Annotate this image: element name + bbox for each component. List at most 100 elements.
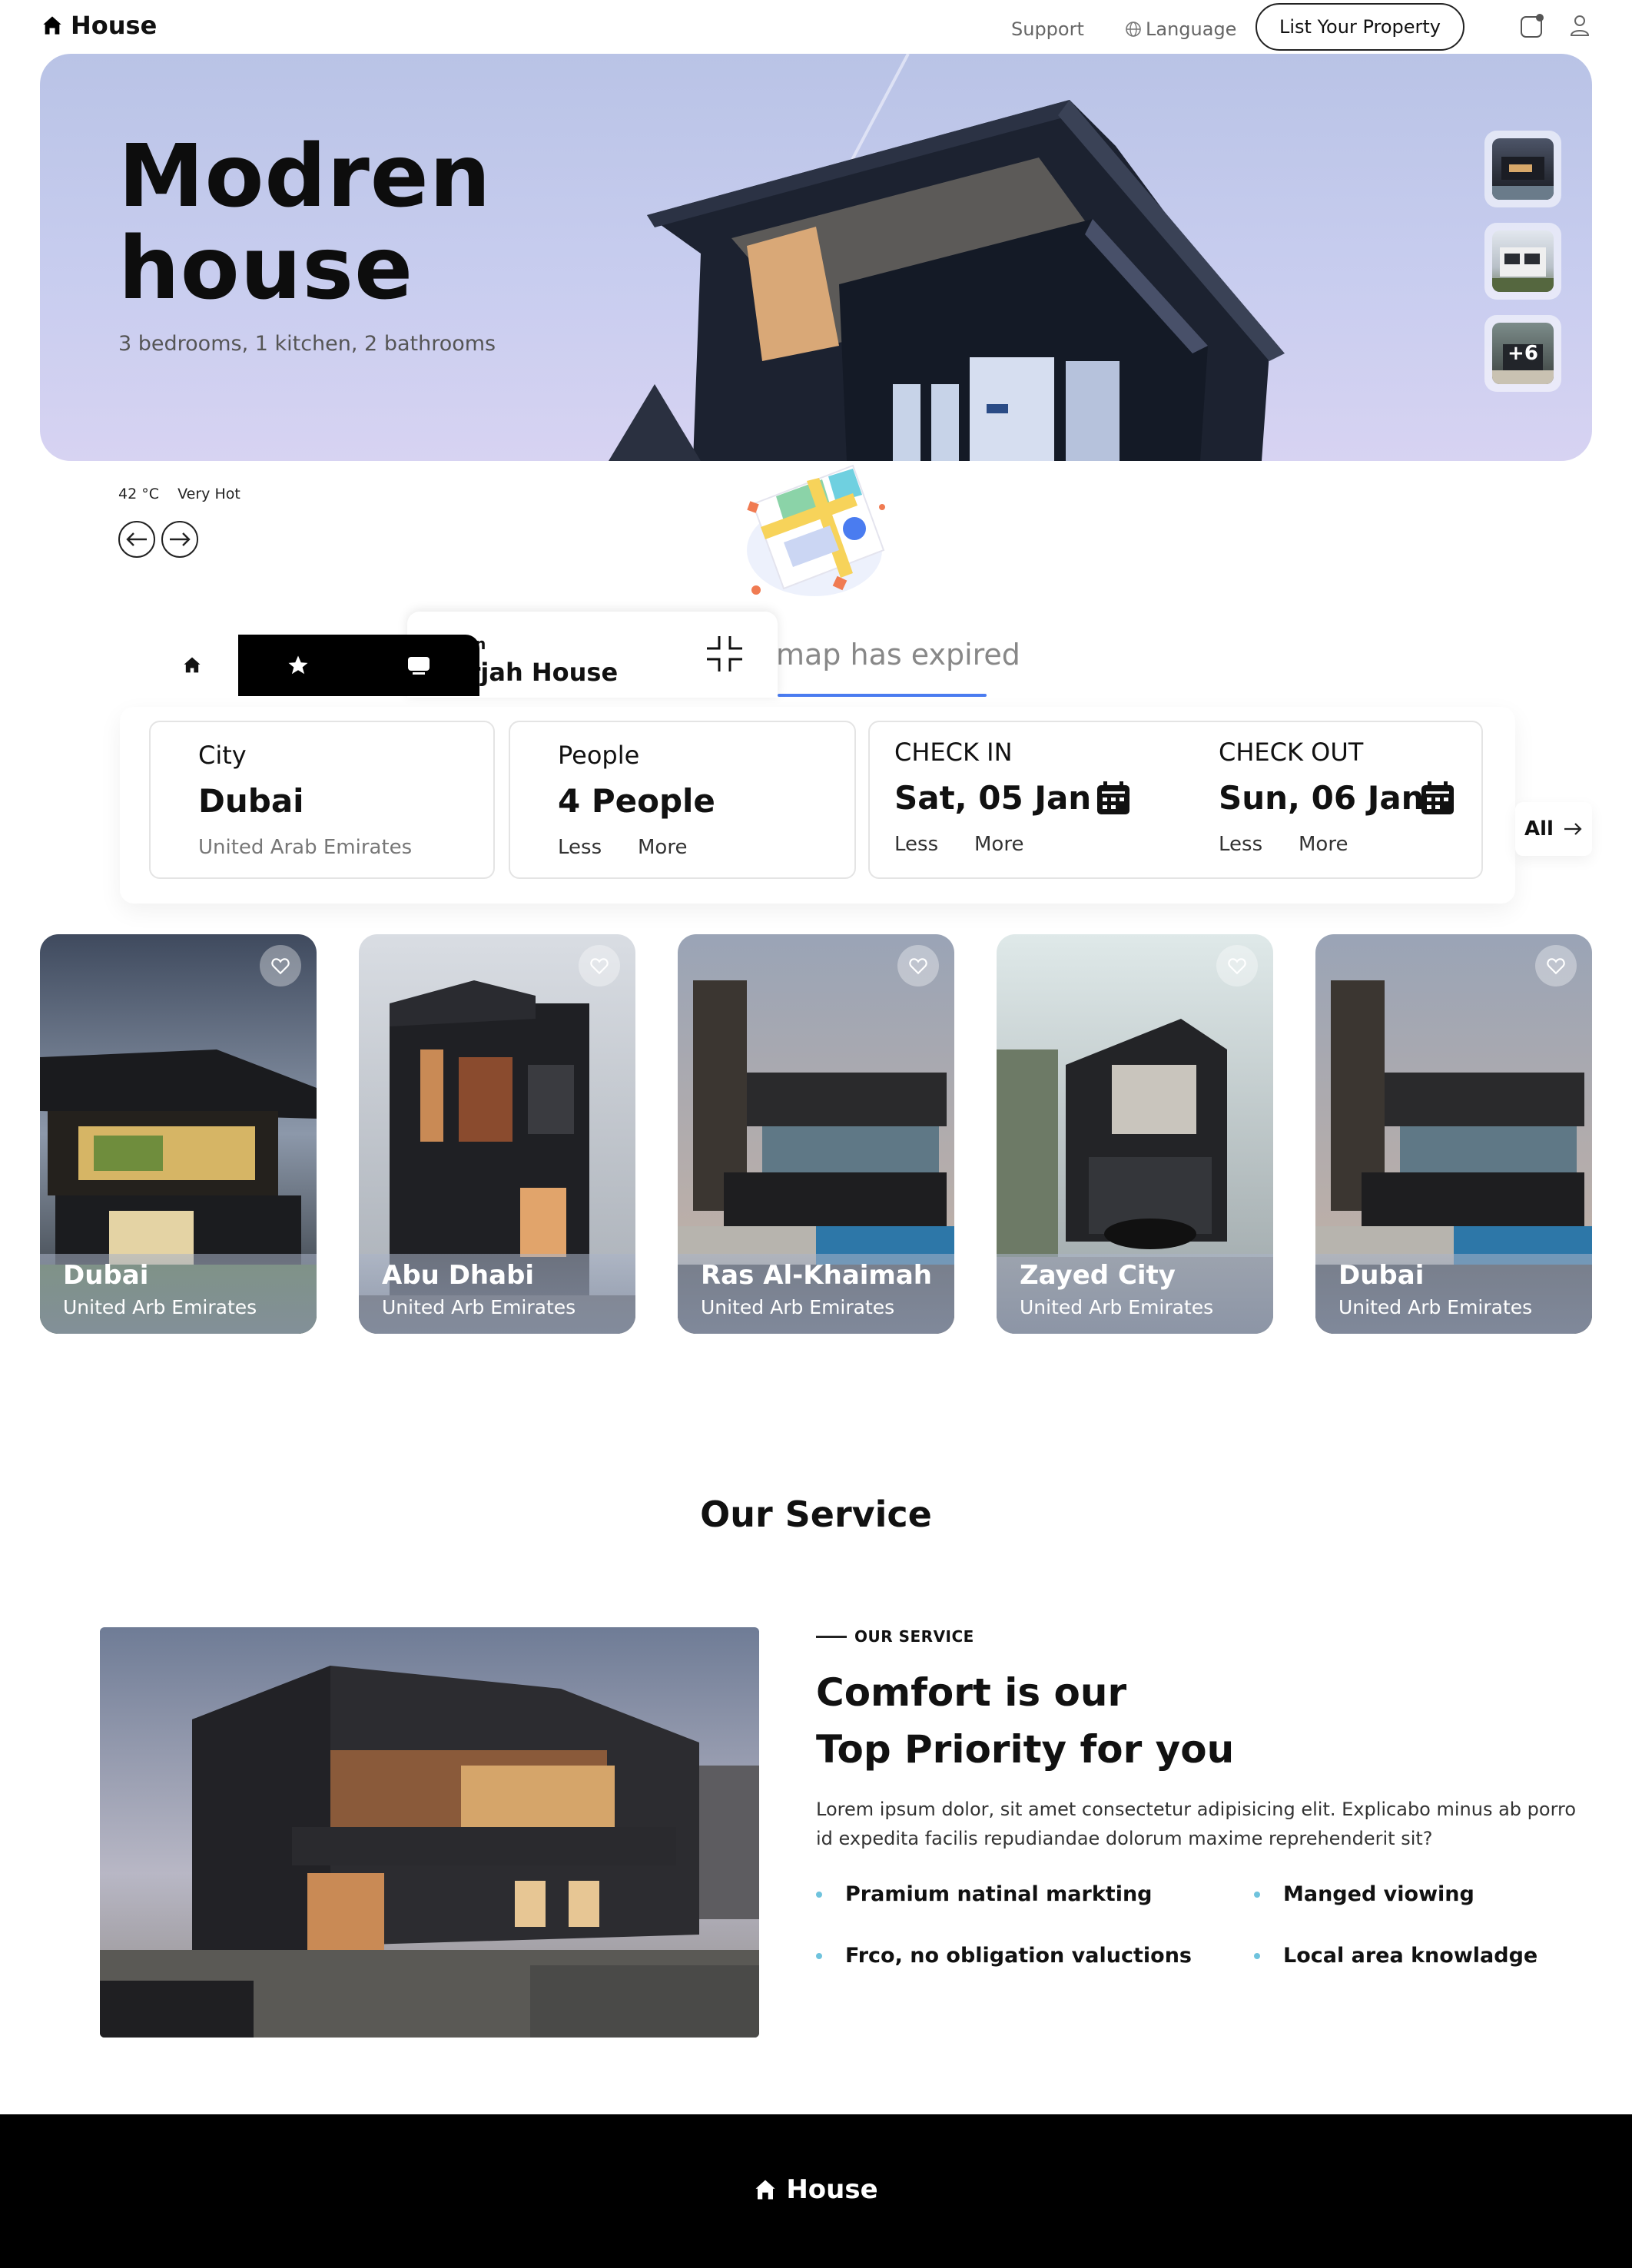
services-heading: Comfort is our Top Priority for you: [816, 1664, 1508, 1778]
arrow-right-icon: [170, 532, 191, 546]
favorite-button[interactable]: [1216, 945, 1258, 986]
map-icon: [747, 464, 885, 596]
favorite-button[interactable]: [579, 945, 620, 986]
service-bullet: Pramium natinal markting: [816, 1882, 1153, 1906]
top-nav: House Support Language List Your Propert…: [0, 0, 1632, 54]
checkin-less-button[interactable]: Less: [894, 833, 938, 856]
city-value: Dubai: [198, 782, 304, 820]
property-country: United Arb Emirates: [701, 1296, 895, 1318]
map-underline: [778, 694, 987, 697]
city-field[interactable]: City Dubai United Arab Emirates: [149, 721, 495, 879]
hero-subtitle: 3 bedrooms, 1 kitchen, 2 bathrooms: [118, 332, 496, 356]
services-title: Our Service: [700, 1494, 932, 1535]
checkin-more-button[interactable]: More: [974, 833, 1023, 856]
heart-icon: [1547, 958, 1565, 975]
checkin-label: CHECK IN: [894, 738, 1013, 767]
property-city: Dubai: [63, 1260, 149, 1291]
logo-text: House: [71, 11, 158, 40]
gallery-thumb-2[interactable]: [1484, 223, 1561, 300]
people-more-button[interactable]: More: [638, 836, 687, 859]
heart-icon: [909, 958, 927, 975]
bullet-dot: [816, 1952, 822, 1959]
thumb-image: [1492, 157, 1554, 200]
service-bullet: Local area knowladge: [1254, 1944, 1537, 1968]
more-photos-count: +6: [1508, 342, 1538, 365]
thumb-image: [1492, 247, 1554, 292]
weather-info: 42 °C Very Hot: [118, 486, 240, 502]
list-property-button[interactable]: List Your Property: [1256, 3, 1464, 51]
home-icon: [43, 16, 61, 35]
property-city: Dubai: [1338, 1260, 1425, 1291]
star-icon: [288, 655, 308, 675]
people-value: 4 People: [558, 782, 715, 820]
property-city: Ras Al-Khaimah: [701, 1260, 933, 1291]
city-country: United Arab Emirates: [198, 836, 413, 859]
arrow-right-icon: [1564, 823, 1582, 835]
bullet-text: Pramium natinal markting: [845, 1882, 1153, 1906]
bullet-text: Frco, no obligation valuctions: [845, 1944, 1192, 1968]
service-house-image: [100, 1627, 759, 2038]
view-all-label: All: [1524, 817, 1554, 841]
hero-banner: Modren house 3 bedrooms, 1 kitchen, 2 ba…: [40, 54, 1592, 461]
checkout-value: Sun, 06 Jan: [1219, 779, 1425, 817]
nav-support-link[interactable]: Support: [1011, 18, 1084, 40]
services-eyebrow: OUR SERVICE: [854, 1627, 974, 1646]
heart-icon: [271, 958, 290, 975]
logo[interactable]: House: [41, 11, 157, 40]
home-icon: [184, 657, 201, 673]
gallery-thumb-more[interactable]: +6: [1484, 315, 1561, 392]
hero-title-line1: Modren: [118, 127, 492, 227]
service-bullet: Frco, no obligation valuctions: [816, 1944, 1192, 1968]
globe-icon: [1126, 22, 1141, 37]
calendar-icon[interactable]: [1420, 781, 1455, 816]
bullet-dot: [1254, 1891, 1260, 1898]
tab-home[interactable]: [146, 635, 238, 696]
property-city: Abu Dhabi: [382, 1260, 535, 1291]
weather-status: Very Hot: [177, 486, 240, 502]
bullet-text: Local area knowladge: [1283, 1944, 1538, 1968]
property-country: United Arb Emirates: [63, 1296, 257, 1318]
favorite-button[interactable]: [260, 945, 301, 986]
dates-field[interactable]: CHECK IN Sat, 05 Jan Less More CHECK OUT…: [868, 721, 1483, 879]
gallery-thumb-1[interactable]: [1484, 131, 1561, 207]
property-card[interactable]: Dubai United Arb Emirates: [1315, 934, 1592, 1334]
collapse-icon[interactable]: [704, 633, 745, 675]
bag-icon[interactable]: [1518, 12, 1546, 40]
view-all-button[interactable]: All: [1515, 802, 1592, 856]
heart-icon: [590, 958, 609, 975]
property-card[interactable]: Ras Al-Khaimah United Arb Emirates: [678, 934, 954, 1334]
property-card[interactable]: Dubai United Arb Emirates: [40, 934, 317, 1334]
footer-logo[interactable]: House: [0, 2174, 1632, 2205]
user-icon[interactable]: [1569, 14, 1591, 37]
home-icon: [755, 2180, 775, 2200]
tab-messages[interactable]: [358, 635, 479, 696]
checkout-label: CHECK OUT: [1219, 738, 1364, 767]
property-card[interactable]: Abu Dhabi United Arb Emirates: [359, 934, 635, 1334]
temperature: 42 °C: [118, 486, 159, 502]
language-selector[interactable]: Language: [1124, 18, 1236, 40]
hero-title: Modren house: [118, 131, 492, 315]
footer: House: [0, 2114, 1632, 2268]
checkout-less-button[interactable]: Less: [1219, 833, 1262, 856]
people-label: People: [558, 741, 640, 770]
property-country: United Arb Emirates: [1338, 1296, 1533, 1318]
language-label: Language: [1146, 18, 1237, 40]
prev-button[interactable]: [118, 521, 155, 558]
map-expired-message: map has expired: [776, 638, 1020, 671]
services-heading-line2: Top Priority for you: [816, 1727, 1235, 1772]
service-image: [100, 1627, 759, 2038]
tab-favorites[interactable]: [238, 635, 358, 696]
heart-icon: [1228, 958, 1246, 975]
chat-icon: [408, 657, 430, 675]
people-less-button[interactable]: Less: [558, 836, 602, 859]
favorite-button[interactable]: [1535, 945, 1577, 986]
next-button[interactable]: [161, 521, 198, 558]
bullet-dot: [816, 1891, 822, 1898]
property-card[interactable]: Zayed City United Arb Emirates: [997, 934, 1273, 1334]
bullet-dot: [1254, 1952, 1260, 1959]
checkout-more-button[interactable]: More: [1299, 833, 1348, 856]
people-field[interactable]: People 4 People Less More: [509, 721, 856, 879]
favorite-button[interactable]: [897, 945, 939, 986]
footer-logo-text: House: [786, 2174, 878, 2205]
calendar-icon[interactable]: [1096, 781, 1131, 816]
